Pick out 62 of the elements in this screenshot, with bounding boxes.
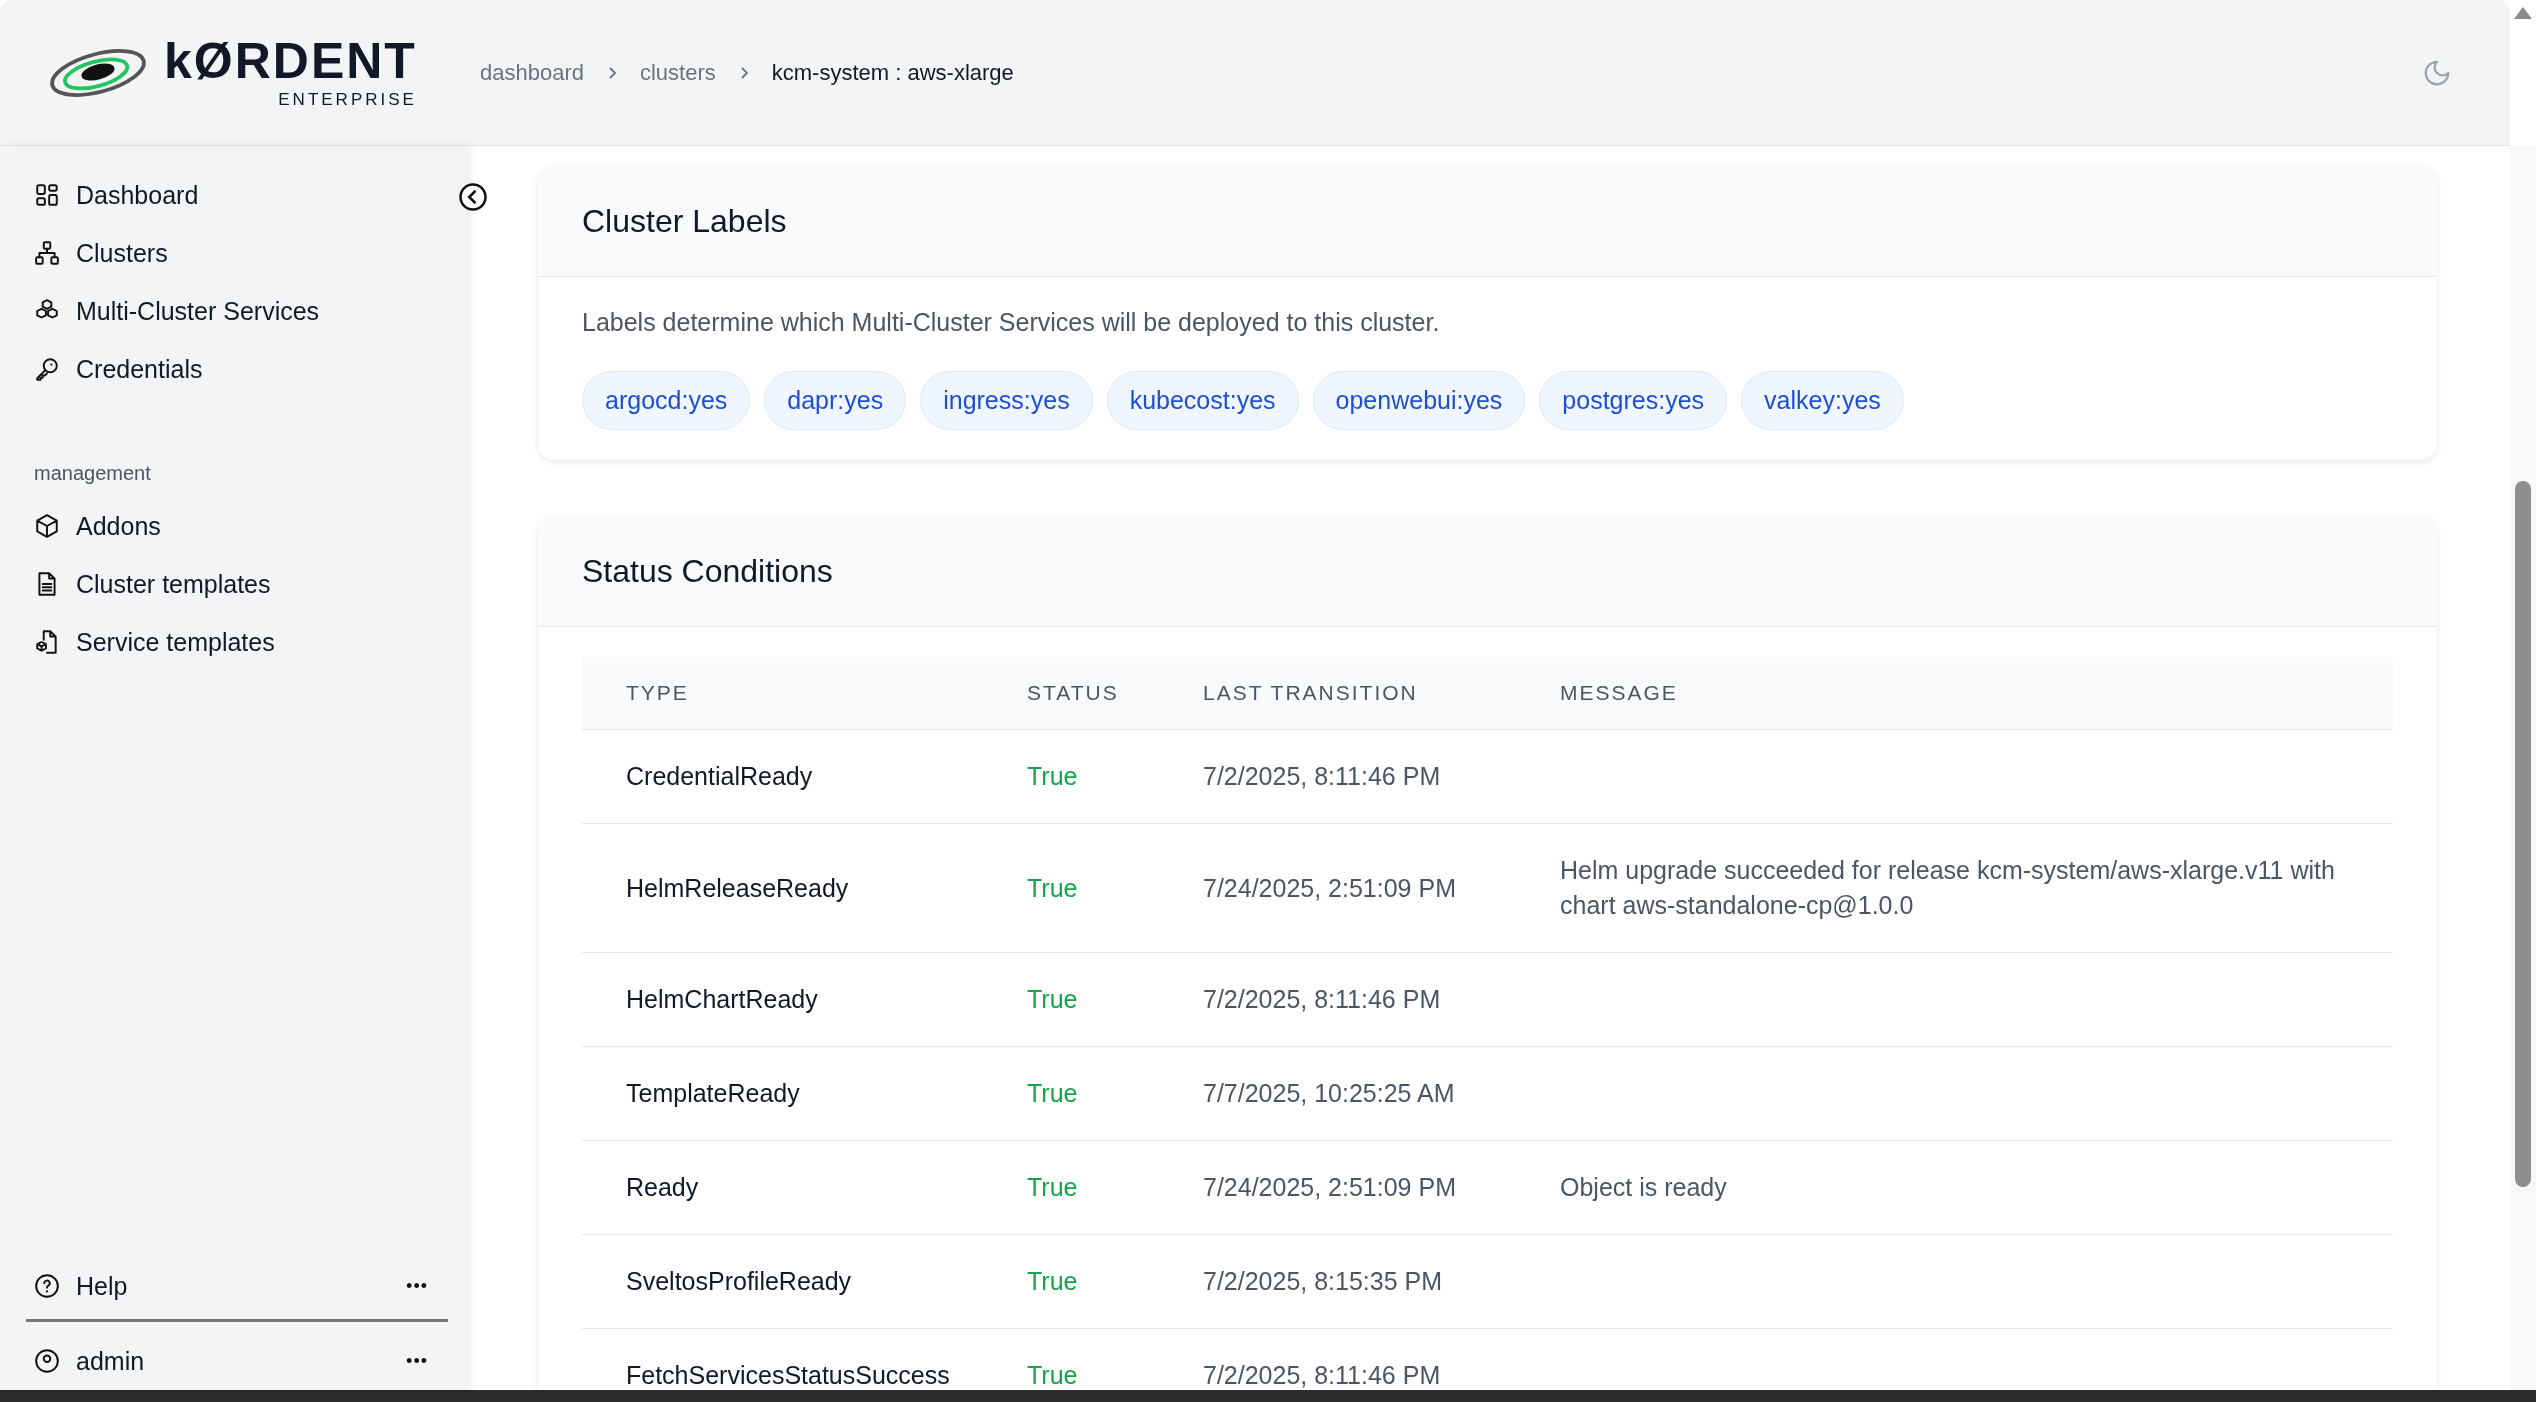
table-cell: 7/2/2025, 8:11:46 PM <box>1203 952 1560 1047</box>
column-header: TYPE <box>582 657 1027 730</box>
more-button[interactable]: ••• <box>386 1346 448 1376</box>
status-cell: True <box>1027 823 1203 953</box>
table-cell: 7/7/2025, 10:25:25 AM <box>1203 1046 1560 1141</box>
sidebar-item[interactable]: Service templates <box>34 613 458 671</box>
label-tag: openwebui:yes <box>1312 371 1526 430</box>
section-heading: management <box>34 461 152 486</box>
sidebar-item[interactable]: Multi-Cluster Services <box>34 282 458 340</box>
scroll-up-arrow-icon[interactable] <box>2513 6 2533 20</box>
breadcrumb-link[interactable]: clusters <box>640 59 716 86</box>
table-cell: 7/2/2025, 8:15:35 PM <box>1203 1234 1560 1329</box>
label-tag: postgres:yes <box>1539 371 1728 430</box>
label-tag: ingress:yes <box>920 371 1093 430</box>
column-header: LAST TRANSITION <box>1203 657 1560 730</box>
table-cell: HelmChartReady <box>582 952 1027 1047</box>
table-cell: Object is ready <box>1560 1140 2393 1235</box>
hierarchy-icon <box>34 240 60 266</box>
label-tag: kubecost:yes <box>1106 371 1299 430</box>
table-cell: 7/24/2025, 2:51:09 PM <box>1203 1140 1560 1235</box>
column-header: MESSAGE <box>1560 657 2393 730</box>
logo-edition: ENTERPRISE <box>278 89 417 110</box>
table-cell: 7/2/2025, 8:11:46 PM <box>1203 729 1560 824</box>
label-tag: valkey:yes <box>1741 371 1904 430</box>
sidebar-item[interactable]: Clusters <box>34 224 458 282</box>
table-cell: 7/24/2025, 2:51:09 PM <box>1203 823 1560 953</box>
sidebar-item[interactable]: Help <box>34 1257 128 1315</box>
scrollbar-thumb[interactable] <box>2515 481 2531 1187</box>
sidebar-item[interactable]: admin <box>34 1332 145 1390</box>
user-icon <box>34 1348 60 1374</box>
table-cell: SveltosProfileReady <box>582 1234 1027 1329</box>
collapse-sidebar-button[interactable] <box>458 182 488 212</box>
logo-wordmark: kØRDENT <box>164 35 417 86</box>
status-cell: True <box>1027 1140 1203 1235</box>
status-cell: True <box>1027 952 1203 1047</box>
column-header: STATUS <box>1027 657 1203 730</box>
document-cube-icon <box>34 629 60 655</box>
sidebar-item[interactable]: Credentials <box>34 340 458 398</box>
table-cell: HelmReleaseReady <box>582 823 1027 953</box>
table-cell: TemplateReady <box>582 1046 1027 1141</box>
chevron-right-icon <box>606 64 618 81</box>
sidebar-item[interactable]: Addons <box>34 497 458 555</box>
sidebar-item[interactable]: Cluster templates <box>34 555 458 613</box>
status-cell: True <box>1027 729 1203 824</box>
key-icon <box>34 356 60 382</box>
status-cell: True <box>1027 1234 1203 1329</box>
label-tag: dapr:yes <box>764 371 907 430</box>
card-title: Cluster Labels <box>582 202 787 240</box>
table-cell: Ready <box>582 1140 1027 1235</box>
label-tag: argocd:yes <box>582 371 751 430</box>
sidebar-item[interactable]: Dashboard <box>34 166 458 224</box>
description-text: Labels determine which Multi-Cluster Services will be deployed to this cluster. <box>582 308 1441 337</box>
more-button[interactable]: ••• <box>386 1271 448 1301</box>
status-cell: True <box>1027 1046 1203 1141</box>
breadcrumb-current: kcm-system : aws-xlarge <box>771 59 1014 86</box>
table-cell: CredentialReady <box>582 729 1027 824</box>
grid-icon <box>34 182 60 208</box>
cube-icon <box>34 513 60 539</box>
breadcrumb-link[interactable]: dashboard <box>480 59 584 86</box>
table-cell: Helm upgrade succeeded for release kcm-system/aws-xlarge.v11 with chart aws-standalone-cp@1.0.0 <box>1560 823 2393 953</box>
card-title: Status Conditions <box>582 552 833 590</box>
help-icon <box>34 1273 60 1299</box>
